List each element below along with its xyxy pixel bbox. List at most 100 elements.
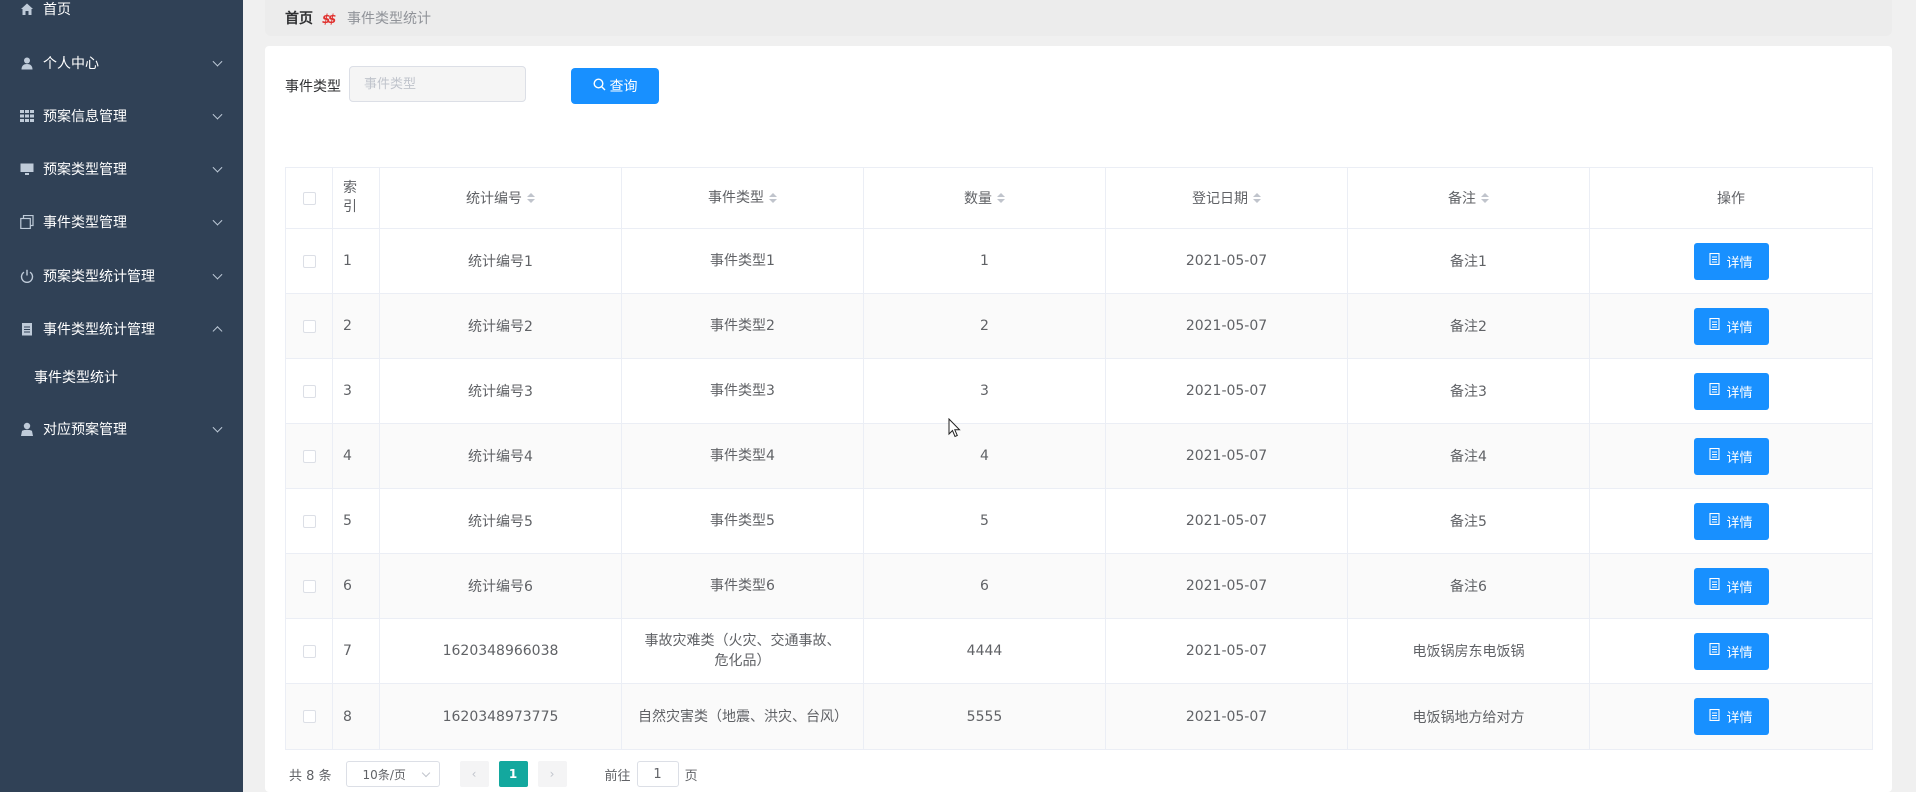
- table-row: 1 统计编号1 事件类型1 1 2021-05-07 备注1 详情: [286, 229, 1872, 294]
- row-code: 统计编号5: [380, 489, 622, 553]
- sidebar-item-plan-type[interactable]: 预案类型管理: [0, 146, 243, 192]
- row-code: 1620348966038: [380, 619, 622, 683]
- chevron-down-icon: [212, 162, 223, 173]
- row-checkbox[interactable]: [302, 449, 316, 463]
- chevron-down-icon: [212, 422, 223, 433]
- chevron-up-icon: [212, 326, 223, 337]
- table-row: 4 统计编号4 事件类型4 4 2021-05-07 备注4 详情: [286, 424, 1872, 489]
- detail-button[interactable]: 详情: [1693, 502, 1769, 540]
- sidebar-item-event-type-stats[interactable]: 事件类型统计管理: [0, 306, 243, 352]
- breadcrumb-home[interactable]: 首页: [285, 8, 313, 28]
- row-checkbox[interactable]: [302, 644, 316, 658]
- page-size-select[interactable]: 10条/页: [345, 761, 440, 787]
- search-label: 事件类型: [285, 79, 341, 95]
- row-type: 事件类型5: [622, 489, 864, 553]
- row-checkbox[interactable]: [302, 514, 316, 528]
- mouse-cursor-icon: [948, 417, 962, 438]
- goto-page-input[interactable]: [636, 761, 679, 787]
- row-checkbox[interactable]: [302, 710, 316, 723]
- detail-button[interactable]: 详情: [1693, 632, 1769, 670]
- sidebar-item-label: 预案信息管理: [43, 109, 127, 125]
- next-page-button[interactable]: ›: [537, 761, 567, 787]
- detail-button-label: 详情: [1726, 385, 1753, 401]
- table-header: 索引 统计编号 事件类型 数量 登记日期 备注 操作: [286, 168, 1872, 229]
- chevron-down-icon: [212, 215, 223, 226]
- row-qty: 2: [864, 294, 1106, 358]
- row-ops: 详情: [1590, 489, 1872, 553]
- sidebar-item-personal-center[interactable]: 个人中心: [0, 40, 243, 86]
- row-select-cell: [286, 554, 333, 618]
- sidebar-subitem-label: 事件类型统计: [34, 370, 118, 386]
- row-index: 5: [333, 489, 380, 553]
- document-icon: [1709, 512, 1721, 529]
- sort-caret-icon[interactable]: [769, 193, 777, 203]
- header-cell-code[interactable]: 统计编号: [380, 168, 622, 228]
- page-unit-label: 页: [684, 768, 698, 784]
- sidebar-item-event-type[interactable]: 事件类型管理: [0, 199, 243, 245]
- monitor-icon: [20, 162, 34, 176]
- row-checkbox[interactable]: [302, 384, 316, 398]
- sidebar-item-plan-info[interactable]: 预案信息管理: [0, 93, 243, 139]
- sidebar-subitem-event-type-stats[interactable]: 事件类型统计: [0, 354, 243, 400]
- detail-button[interactable]: 详情: [1693, 242, 1769, 280]
- query-button[interactable]: 查询: [571, 68, 659, 104]
- detail-button[interactable]: 详情: [1693, 372, 1769, 410]
- event-type-search-input[interactable]: [349, 66, 526, 102]
- detail-button-label: 详情: [1726, 580, 1753, 596]
- chevron-left-icon: ‹: [471, 767, 477, 781]
- sort-caret-icon[interactable]: [997, 193, 1005, 203]
- header-note-label: 备注: [1448, 191, 1476, 207]
- detail-button[interactable]: 详情: [1693, 567, 1769, 605]
- prev-page-button[interactable]: ‹: [459, 761, 489, 787]
- row-code: 1620348973775: [380, 684, 622, 749]
- goto-label: 前往: [604, 768, 631, 784]
- row-ops: 详情: [1590, 229, 1872, 293]
- header-cell-qty[interactable]: 数量: [864, 168, 1106, 228]
- row-ops: 详情: [1590, 294, 1872, 358]
- row-date: 2021-05-07: [1106, 424, 1348, 488]
- sort-caret-icon[interactable]: [1253, 193, 1261, 203]
- header-cell-date[interactable]: 登记日期: [1106, 168, 1348, 228]
- document-icon: [1709, 252, 1721, 269]
- svg-text:$: $: [328, 12, 336, 26]
- select-all-checkbox[interactable]: [302, 191, 316, 205]
- sort-caret-icon[interactable]: [1481, 193, 1489, 203]
- row-checkbox[interactable]: [302, 319, 316, 333]
- sidebar-item-label: 预案类型管理: [43, 162, 127, 178]
- row-select-cell: [286, 294, 333, 358]
- row-type: 事件类型4: [622, 424, 864, 488]
- sort-caret-icon[interactable]: [527, 193, 535, 203]
- chevron-down-icon: [212, 56, 223, 67]
- chevron-down-icon: [421, 768, 430, 778]
- detail-button[interactable]: 详情: [1693, 698, 1769, 735]
- sidebar-item-corresponding-plan[interactable]: 对应预案管理: [0, 406, 243, 452]
- sidebar-item-plan-type-stats[interactable]: 预案类型统计管理: [0, 253, 243, 299]
- sidebar-item-label: 事件类型管理: [43, 215, 127, 231]
- page-number-1[interactable]: 1: [498, 761, 528, 787]
- row-code: 统计编号1: [380, 229, 622, 293]
- power-icon: [20, 269, 34, 283]
- row-checkbox[interactable]: [302, 579, 316, 593]
- row-ops: 详情: [1590, 554, 1872, 618]
- header-date-label: 登记日期: [1192, 191, 1248, 207]
- row-type: 事件类型6: [622, 554, 864, 618]
- sidebar-item-home[interactable]: 首页: [0, 0, 243, 32]
- chevron-down-icon: [212, 109, 223, 120]
- detail-button[interactable]: 详情: [1693, 437, 1769, 475]
- header-cell-type[interactable]: 事件类型: [622, 168, 864, 228]
- row-select-cell: [286, 684, 333, 749]
- detail-button[interactable]: 详情: [1693, 307, 1769, 345]
- row-select-cell: [286, 424, 333, 488]
- header-type-label: 事件类型: [708, 190, 764, 206]
- row-qty: 6: [864, 554, 1106, 618]
- row-select-cell: [286, 359, 333, 423]
- document-icon: [1709, 708, 1721, 725]
- row-ops: 详情: [1590, 424, 1872, 488]
- breadcrumb-separator-icon: $ $: [321, 9, 339, 27]
- row-code: 统计编号6: [380, 554, 622, 618]
- sidebar-item-label: 对应预案管理: [43, 422, 127, 438]
- row-select-cell: [286, 229, 333, 293]
- header-cell-note[interactable]: 备注: [1348, 168, 1590, 228]
- row-index: 6: [333, 554, 380, 618]
- row-checkbox[interactable]: [302, 254, 316, 268]
